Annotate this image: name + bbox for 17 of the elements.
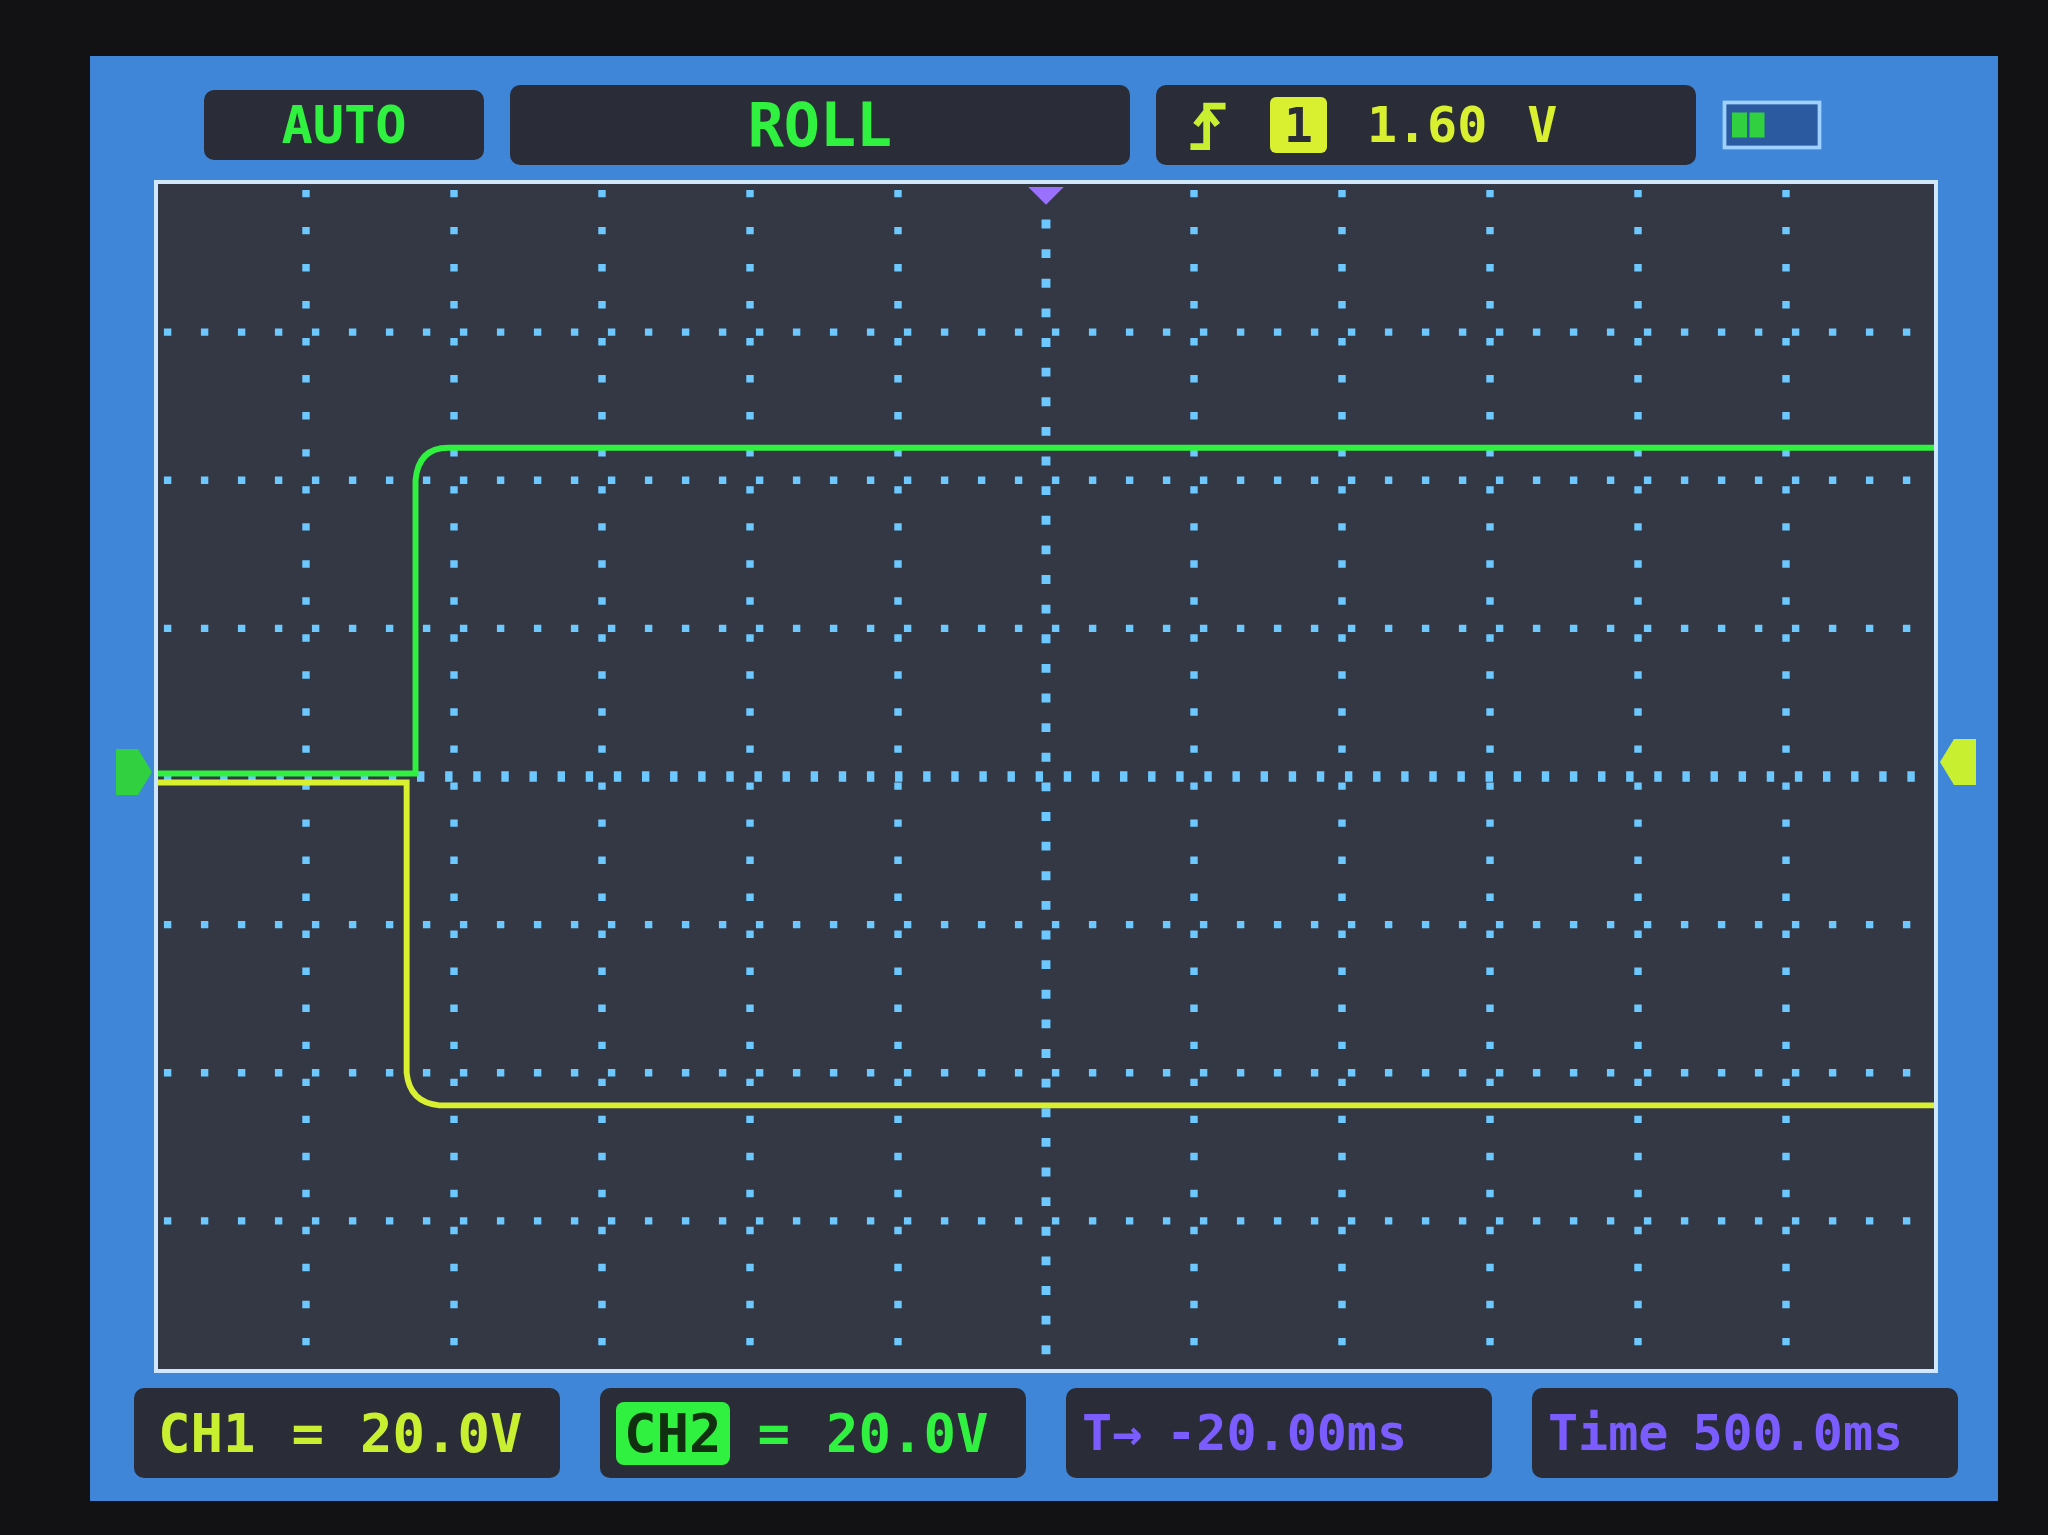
battery-icon xyxy=(1722,100,1822,150)
trigger-offset-value: -20.00ms xyxy=(1166,1404,1408,1462)
trigger-unit: V xyxy=(1527,96,1558,154)
timebase-label: Time xyxy=(1548,1404,1669,1462)
channel-label[interactable]: CH1 xyxy=(150,1401,264,1465)
mode-label: AUTO xyxy=(204,90,484,160)
status-label: ROLL xyxy=(510,85,1130,165)
coupling-symbol: = xyxy=(756,1401,792,1465)
volts-per-div: 20.0V xyxy=(825,1401,990,1465)
channel-label[interactable]: CH2 xyxy=(616,1401,730,1465)
coupling-symbol: = xyxy=(290,1401,326,1465)
volts-per-div: 20.0V xyxy=(359,1401,524,1465)
timebase-value: 500.0ms xyxy=(1692,1404,1904,1462)
trigger-level: 1.60 xyxy=(1366,96,1488,154)
trigger-offset-label: T→ xyxy=(1082,1404,1143,1462)
trigger-channel: 1 xyxy=(1270,97,1327,153)
trigger-position-icon xyxy=(1028,186,1064,205)
